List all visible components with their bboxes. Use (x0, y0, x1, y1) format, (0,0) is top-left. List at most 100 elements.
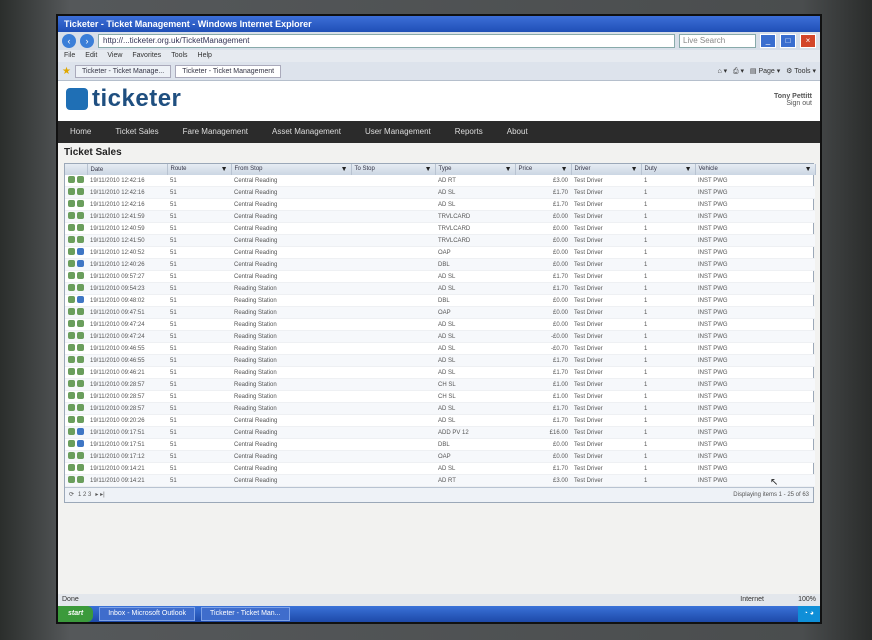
row-icons[interactable] (65, 390, 87, 403)
row-icons[interactable] (65, 330, 87, 343)
filter-icon[interactable]: ▼ (631, 166, 638, 173)
filter-icon[interactable]: ▼ (425, 166, 432, 173)
table-row[interactable]: 19/11/2010 09:48:02 51 Reading Station DBL £… (65, 294, 815, 307)
table-row[interactable]: 19/11/2010 09:46:55 51 Reading Station AD S… (65, 342, 815, 355)
table-row[interactable]: 19/11/2010 12:41:59 51 Central Reading TRVL… (65, 210, 815, 223)
task-ticketer[interactable]: Ticketer - Ticket Man... (201, 607, 290, 621)
row-icons[interactable] (65, 438, 87, 451)
filter-icon[interactable]: ▼ (685, 166, 692, 173)
row-icons[interactable] (65, 378, 87, 391)
menu-file[interactable]: File (64, 50, 75, 62)
table-row[interactable]: 19/11/2010 09:14:21 51 Central Reading AD S… (65, 462, 815, 475)
table-row[interactable]: 19/11/2010 12:41:50 51 Central Reading TRVL… (65, 234, 815, 247)
system-tray[interactable]: ◔ ◕ (797, 606, 820, 622)
table-row[interactable]: 19/11/2010 09:20:26 51 Central Reading AD S… (65, 414, 815, 427)
minimize-icon[interactable]: _ (760, 34, 776, 48)
search-input[interactable]: Live Search (679, 34, 756, 48)
tab-1[interactable]: Ticketer - Ticket Manage... (74, 64, 172, 78)
nav-about[interactable]: About (495, 121, 540, 143)
page-numbers[interactable]: 1 2 3 (78, 488, 91, 502)
row-icons[interactable] (65, 318, 87, 331)
row-icons[interactable] (65, 246, 87, 259)
table-row[interactable]: 19/11/2010 09:46:55 51 Reading Station AD S… (65, 354, 815, 367)
row-icons[interactable] (65, 175, 87, 187)
row-icons[interactable] (65, 414, 87, 427)
nav-ticket-sales[interactable]: Ticket Sales (103, 121, 170, 143)
next-page-icon[interactable]: ▸ ▸| (95, 488, 104, 502)
table-row[interactable]: 19/11/2010 12:42:16 51 Central Reading AD R… (65, 175, 815, 187)
table-row[interactable]: 19/11/2010 12:42:16 51 Central Reading AD S… (65, 198, 815, 211)
filter-icon[interactable]: ▼ (341, 166, 348, 173)
filter-icon[interactable]: ▼ (805, 166, 812, 173)
table-row[interactable]: 19/11/2010 09:17:51 51 Central Reading DBL £… (65, 438, 815, 451)
table-row[interactable]: 19/11/2010 09:54:23 51 Reading Station AD S… (65, 282, 815, 295)
sign-out-link[interactable]: Sign out (774, 100, 812, 107)
filter-icon[interactable]: ▼ (505, 166, 512, 173)
nav-fare-management[interactable]: Fare Management (171, 121, 260, 143)
filter-icon[interactable]: ▼ (561, 166, 568, 173)
menu-edit[interactable]: Edit (85, 50, 97, 62)
table-row[interactable]: 19/11/2010 09:14:21 51 Central Reading AD R… (65, 474, 815, 487)
nav-reports[interactable]: Reports (443, 121, 495, 143)
table-row[interactable]: 19/11/2010 09:47:24 51 Reading Station AD S… (65, 318, 815, 331)
table-row[interactable]: 19/11/2010 12:40:52 51 Central Reading OAP £… (65, 246, 815, 259)
menu-favorites[interactable]: Favorites (132, 50, 161, 62)
row-icons[interactable] (65, 234, 87, 247)
table-row[interactable]: 19/11/2010 09:47:51 51 Reading Station OAP £… (65, 306, 815, 319)
nav-user-management[interactable]: User Management (353, 121, 443, 143)
nav-home[interactable]: Home (58, 121, 103, 143)
back-icon[interactable]: ‹ (62, 34, 76, 48)
nav-asset-management[interactable]: Asset Management (260, 121, 353, 143)
table-row[interactable]: 19/11/2010 09:46:21 51 Reading Station AD S… (65, 366, 815, 379)
table-row[interactable]: 19/11/2010 12:40:26 51 Central Reading DBL £… (65, 258, 815, 271)
table-row[interactable]: 19/11/2010 09:28:57 51 Reading Station CH S… (65, 390, 815, 403)
zoom-text[interactable]: 100% (798, 594, 816, 606)
col-driver[interactable]: Driver ▼ (571, 164, 642, 175)
row-icons[interactable] (65, 426, 87, 439)
table-row[interactable]: 19/11/2010 09:57:27 51 Central Reading AD S… (65, 270, 815, 283)
table-row[interactable]: 19/11/2010 12:42:16 51 Central Reading AD S… (65, 186, 815, 199)
table-row[interactable]: 19/11/2010 12:40:59 51 Central Reading TRVL… (65, 222, 815, 235)
toolbar-icons[interactable]: ⌂ ▾ ⎙ ▾ ▤ Page ▾ ⚙ Tools ▾ (717, 67, 816, 76)
table-row[interactable]: 19/11/2010 09:28:57 51 Reading Station AD S… (65, 402, 815, 415)
menu-help[interactable]: Help (198, 50, 212, 62)
table-row[interactable]: 19/11/2010 09:28:57 51 Reading Station CH S… (65, 378, 815, 391)
col-duty[interactable]: Duty ▼ (641, 164, 696, 175)
col-price[interactable]: Price ▼ (515, 164, 572, 175)
col-from-stop[interactable]: From Stop ▼ (231, 164, 352, 175)
forward-icon[interactable]: › (80, 34, 94, 48)
filter-icon[interactable]: ▼ (221, 166, 228, 173)
start-button[interactable]: start (58, 606, 94, 622)
task-outlook[interactable]: Inbox - Microsoft Outlook (99, 607, 195, 621)
logo[interactable]: ticketer (66, 85, 181, 113)
col-type[interactable]: Type ▼ (435, 164, 516, 175)
row-icons[interactable] (65, 198, 87, 211)
col-to-stop[interactable]: To Stop ▼ (351, 164, 436, 175)
row-icons[interactable] (65, 462, 87, 475)
pager[interactable]: ⟳ 1 2 3 ▸ ▸| (69, 488, 105, 502)
url-field[interactable]: http://...ticketer.org.uk/TicketManageme… (98, 34, 675, 48)
maximize-icon[interactable]: □ (780, 34, 796, 48)
row-icons[interactable] (65, 186, 87, 199)
row-icons[interactable] (65, 366, 87, 379)
table-row[interactable]: 19/11/2010 09:17:12 51 Central Reading OAP £… (65, 450, 815, 463)
row-icons[interactable] (65, 270, 87, 283)
tab-2[interactable]: Ticketer - Ticket Management (175, 64, 282, 78)
table-row[interactable]: 19/11/2010 09:17:51 51 Central Reading ADD … (65, 426, 815, 439)
menu-view[interactable]: View (107, 50, 122, 62)
row-icons[interactable] (65, 282, 87, 295)
row-icons[interactable] (65, 342, 87, 355)
row-icons[interactable] (65, 222, 87, 235)
col-route[interactable]: Route ▼ (167, 164, 232, 175)
row-icons[interactable] (65, 354, 87, 367)
col-date[interactable]: Date (87, 164, 168, 175)
row-icons[interactable] (65, 306, 87, 319)
row-icons[interactable] (65, 294, 87, 307)
favorites-star-icon[interactable]: ★ (62, 66, 71, 77)
row-icons[interactable] (65, 474, 87, 487)
row-icons[interactable] (65, 210, 87, 223)
table-row[interactable]: 19/11/2010 09:47:24 51 Reading Station AD S… (65, 330, 815, 343)
close-icon[interactable]: × (800, 34, 816, 48)
col-vehicle[interactable]: Vehicle ▼ (695, 164, 816, 175)
row-icons[interactable] (65, 402, 87, 415)
